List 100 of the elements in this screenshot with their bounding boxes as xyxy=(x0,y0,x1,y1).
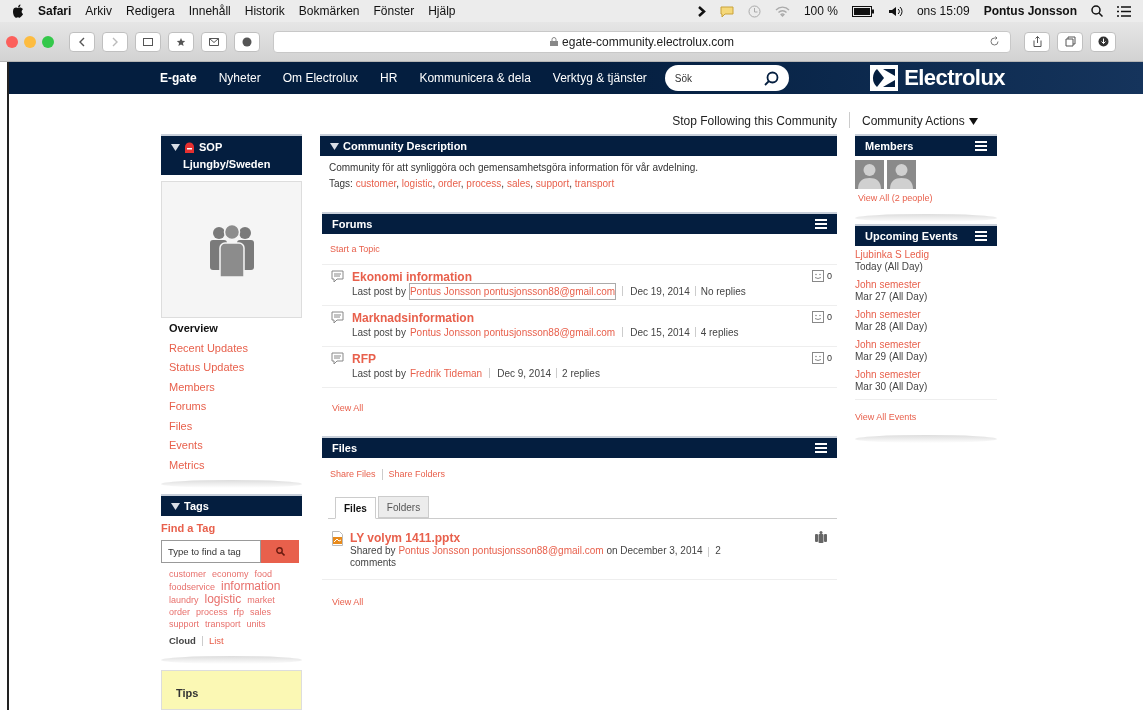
tag-view-link[interactable]: Cloud xyxy=(169,633,196,648)
tag-link[interactable]: logistic xyxy=(204,592,242,605)
tag-link[interactable]: order xyxy=(169,605,190,618)
topic-title[interactable]: RFP xyxy=(352,351,812,366)
tips-title: Tips xyxy=(176,687,199,699)
tag-link[interactable]: process xyxy=(196,605,228,618)
address-bar[interactable]: egate-community.electrolux.com xyxy=(273,30,1011,53)
start-topic-link[interactable]: Start a Topic xyxy=(320,243,837,257)
tab[interactable]: Files xyxy=(335,497,376,520)
search-field[interactable]: Sök xyxy=(664,65,789,92)
tag-link[interactable]: sales xyxy=(250,605,272,618)
menu-item[interactable]: Historik xyxy=(244,2,285,20)
tag-link[interactable]: economy xyxy=(212,567,249,580)
topic-title[interactable]: Marknadsinformation xyxy=(352,310,812,325)
author-link[interactable]: Pontus Jonsson pontusjonsson88@gmail.com xyxy=(398,545,604,557)
event-link[interactable]: John semester xyxy=(855,338,997,352)
event-link[interactable]: John semester xyxy=(855,368,997,382)
caret-icon[interactable] xyxy=(171,502,180,510)
tag-link[interactable]: information xyxy=(221,579,281,592)
tag-link[interactable]: support xyxy=(169,617,200,630)
author-link[interactable]: Pontus Jonsson pontusjonsson88@gmail.com xyxy=(409,324,616,340)
view-all-link[interactable]: View All xyxy=(332,597,364,608)
view-all-members-link[interactable]: View All (2 people) xyxy=(855,192,997,206)
menu-item[interactable]: Fönster xyxy=(373,2,415,20)
menu-item[interactable]: Innehåll xyxy=(188,2,231,20)
search-icon[interactable] xyxy=(763,71,779,87)
community-nav-link[interactable]: Recent Updates xyxy=(169,341,302,356)
panel-title: Files xyxy=(332,440,358,456)
list-icon[interactable] xyxy=(1117,5,1131,17)
author-link[interactable]: Fredrik Tideman xyxy=(409,365,483,381)
menu-item[interactable]: Safari xyxy=(38,2,72,20)
nav-link[interactable]: Verktyg & tjänster xyxy=(552,69,647,88)
clock[interactable]: ons 15:09 xyxy=(916,2,970,20)
menu-icon[interactable] xyxy=(975,141,987,152)
menu-item[interactable]: Arkiv xyxy=(85,2,113,20)
community-nav-link[interactable]: Status Updates xyxy=(169,361,302,375)
user-name[interactable]: Pontus Jonsson xyxy=(983,2,1077,20)
topic-title[interactable]: Ekonomi information xyxy=(352,269,812,284)
caret-icon[interactable] xyxy=(330,142,339,150)
chevron-icon[interactable] xyxy=(697,5,706,17)
community-nav-link[interactable]: Overview xyxy=(169,322,302,336)
menu-icon[interactable] xyxy=(975,230,987,241)
mail-icon[interactable] xyxy=(201,31,227,52)
event-link[interactable]: Ljubinka S Ledig xyxy=(855,248,997,262)
community-nav-link[interactable]: Files xyxy=(169,419,302,434)
menu-item[interactable]: Bokmärken xyxy=(298,2,360,20)
search-icon[interactable] xyxy=(1091,5,1103,17)
tag-link[interactable]: market xyxy=(247,593,275,606)
tag-link[interactable]: food xyxy=(254,567,273,580)
battery-level[interactable]: 100 % xyxy=(803,2,838,20)
event-link[interactable]: John semester xyxy=(855,308,997,322)
menu-item[interactable]: Redigera xyxy=(126,2,175,20)
menu-icon[interactable] xyxy=(815,442,827,453)
community-nav-link[interactable]: Forums xyxy=(169,400,302,414)
tag-link[interactable]: rfp xyxy=(233,605,245,618)
tag-link[interactable]: laundry xyxy=(169,593,199,606)
tag-search-button[interactable] xyxy=(261,539,299,563)
tag-link[interactable]: customer xyxy=(355,178,397,190)
community-actions-menu[interactable]: Community Actions xyxy=(862,112,1002,131)
tag-link[interactable]: foodservice xyxy=(169,580,216,593)
nav-link[interactable]: Kommunicera & dela xyxy=(419,69,531,88)
event-date: Mar 29 (All Day) xyxy=(855,351,929,364)
tag-search-field[interactable]: Type to find a tag xyxy=(161,539,261,563)
menu-item[interactable]: Hjälp xyxy=(428,2,456,20)
nav-link[interactable]: Om Electrolux xyxy=(282,69,359,88)
nav-link[interactable]: HR xyxy=(380,69,398,88)
battery-icon[interactable] xyxy=(851,5,874,17)
file-name[interactable]: LY volym 1411.pptx xyxy=(350,531,760,546)
reading-list-icon[interactable] xyxy=(168,31,194,52)
tab[interactable]: Folders xyxy=(377,496,430,519)
menu-icon[interactable] xyxy=(815,219,827,230)
tag-link[interactable]: transport xyxy=(574,178,615,190)
reload-icon[interactable] xyxy=(989,36,1000,47)
speaker-icon[interactable] xyxy=(887,5,903,17)
reply-count: No replies xyxy=(700,284,746,299)
share-icon[interactable] xyxy=(1024,31,1050,52)
view-all-link[interactable]: View All xyxy=(332,402,364,413)
tag-link[interactable]: units xyxy=(246,617,266,630)
tags-line: Tags: customer, logistic, order, process, sales, support, transport xyxy=(329,177,616,192)
community-nav-link[interactable]: Events xyxy=(169,439,302,453)
stop-following-link[interactable]: Stop Following this Community xyxy=(672,112,837,131)
community-nav-link[interactable]: Metrics xyxy=(169,458,302,473)
event-link[interactable]: John semester xyxy=(855,278,997,292)
logo-icon xyxy=(870,64,899,91)
download-icon[interactable] xyxy=(1090,31,1116,52)
share-link[interactable]: Share Files xyxy=(330,467,376,482)
tag-link[interactable]: transport xyxy=(205,617,241,630)
view-all-events-link[interactable]: View All Events xyxy=(855,411,917,422)
share-link[interactable]: Share Folders xyxy=(388,467,446,482)
apple-icon[interactable] xyxy=(12,4,24,18)
nav-link[interactable]: E-gate xyxy=(160,69,197,88)
nav-link[interactable]: Nyheter xyxy=(218,69,261,88)
shield-icon[interactable] xyxy=(234,31,260,52)
sidebar-icon[interactable] xyxy=(135,31,161,52)
caret-icon[interactable] xyxy=(171,144,180,151)
tag-link[interactable]: customer xyxy=(169,567,206,580)
tag-link[interactable]: order xyxy=(437,178,461,190)
community-nav-link[interactable]: Members xyxy=(169,380,302,395)
tag-view-link[interactable]: List xyxy=(208,633,224,648)
author-link[interactable]: Pontus Jonsson pontusjonsson88@gmail.com xyxy=(409,283,616,299)
